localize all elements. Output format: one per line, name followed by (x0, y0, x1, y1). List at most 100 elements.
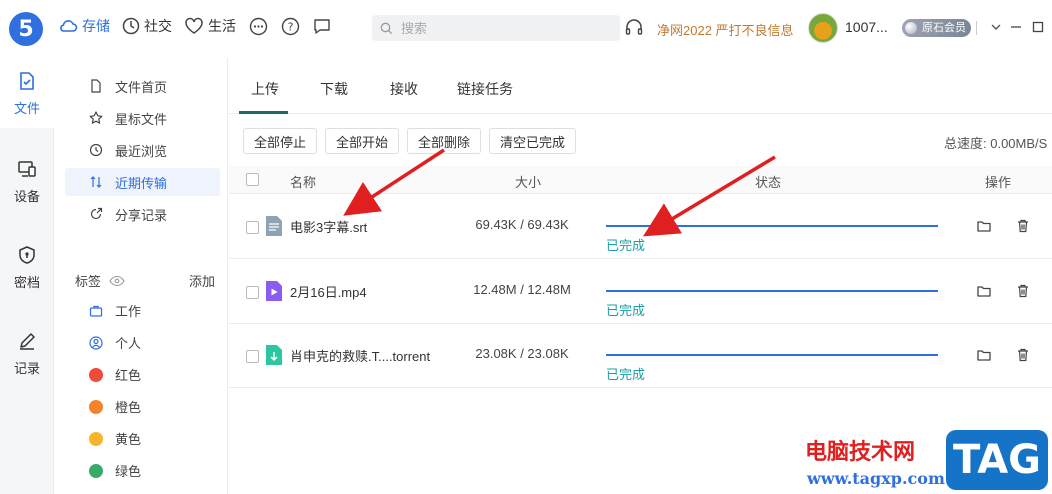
tag-label: 黄色 (115, 432, 142, 447)
notice-link[interactable]: 净网2022 严打不良信息 (657, 20, 794, 39)
table-row[interactable]: 2月16日.mp4 12.48M / 12.48M 已完成 (229, 260, 1052, 324)
search-input[interactable] (401, 20, 601, 36)
tab-receive[interactable]: 接收 (390, 79, 418, 99)
share-icon (90, 207, 103, 220)
open-folder-icon[interactable] (976, 347, 992, 363)
search-box[interactable] (372, 15, 620, 41)
headset-button[interactable] (624, 18, 644, 41)
table-header: 名称 大小 状态 操作 (229, 166, 1052, 194)
rail-label: 文件 (13, 100, 40, 116)
document-icon (91, 79, 101, 93)
video-file-icon (266, 281, 282, 301)
add-tag-button[interactable]: 添加 (189, 271, 215, 290)
sidebar-item-label: 文件首页 (115, 79, 168, 95)
tag-label: 绿色 (115, 464, 142, 479)
nav-storage[interactable]: 存储 (58, 16, 110, 36)
tag-work[interactable]: 工作 (89, 301, 141, 320)
left-rail: 文件 设备 密档 记录 (0, 58, 54, 494)
username[interactable]: 1007... (845, 19, 888, 35)
progress-bar (606, 290, 938, 292)
table-row[interactable]: 电影3字幕.srt 69.43K / 69.43K 已完成 (229, 195, 1052, 259)
nav-social-label: 社交 (144, 18, 172, 34)
avatar[interactable] (808, 13, 838, 43)
row-checkbox[interactable] (246, 350, 259, 363)
minimize-button[interactable] (1006, 17, 1026, 37)
tag-yellow[interactable]: 黄色 (89, 429, 141, 448)
file-sidebar: 文件首页 星标文件 最近浏览 近期传输 分享记录 标签 添加 工作 个人 红色 … (55, 58, 228, 494)
table-row[interactable]: 肖申克的救赎.T....torrent 23.08K / 23.08K 已完成 (229, 324, 1052, 388)
trash-icon[interactable] (1015, 218, 1031, 234)
status-text: 已完成 (606, 238, 646, 253)
chevron-down-icon (991, 24, 1001, 30)
chat-icon (314, 18, 330, 34)
sidebar-item-transfers[interactable]: 近期传输 (65, 168, 220, 196)
tag-label: 橙色 (115, 400, 142, 415)
sidebar-item-starred[interactable]: 星标文件 (65, 104, 220, 132)
nav-social[interactable]: 社交 (122, 16, 172, 36)
green-dot-icon (89, 463, 103, 478)
eye-icon[interactable] (109, 275, 125, 287)
sidebar-item-label: 分享记录 (115, 207, 168, 223)
dropdown-button[interactable] (986, 17, 1006, 37)
headset-icon (625, 19, 643, 35)
tags-header: 标签 添加 (75, 271, 215, 290)
file-size: 12.48M / 12.48M (473, 282, 571, 297)
help-button[interactable]: ? (280, 16, 300, 36)
clear-completed-button[interactable]: 清空已完成 (489, 128, 577, 154)
active-tab-indicator (239, 111, 288, 114)
transfer-panel: 上传 下载 接收 链接任务 全部停止 全部开始 全部删除 清空已完成 总速度: … (229, 58, 1052, 494)
rail-item-records[interactable]: 记录 (0, 318, 54, 388)
tag-red[interactable]: 红色 (89, 365, 141, 384)
svg-text:?: ? (287, 20, 293, 33)
sidebar-item-shares[interactable]: 分享记录 (65, 200, 220, 228)
start-all-button[interactable]: 全部开始 (325, 128, 400, 154)
row-checkbox[interactable] (246, 286, 259, 299)
nav-life[interactable]: 生活 (184, 16, 236, 36)
rail-item-devices[interactable]: 设备 (0, 146, 54, 216)
minimize-icon (1011, 26, 1021, 28)
column-status: 状态 (755, 175, 782, 190)
more-button[interactable] (248, 16, 268, 36)
message-button[interactable] (312, 16, 332, 36)
status-text: 已完成 (606, 303, 646, 318)
trash-icon[interactable] (1015, 283, 1031, 299)
open-folder-icon[interactable] (976, 283, 992, 299)
column-name: 名称 (290, 175, 317, 190)
red-dot-icon (89, 367, 103, 382)
select-all-checkbox[interactable] (246, 173, 259, 186)
progress-bar (606, 354, 938, 356)
rail-item-files[interactable]: 文件 (0, 58, 54, 128)
transfer-tabs: 上传 下载 接收 链接任务 (229, 58, 1052, 114)
tab-link-tasks[interactable]: 链接任务 (457, 79, 513, 99)
device-icon (18, 160, 36, 177)
briefcase-icon (89, 305, 103, 317)
cloud-icon (60, 20, 78, 32)
tag-personal[interactable]: 个人 (89, 333, 141, 352)
open-folder-icon[interactable] (976, 218, 992, 234)
sidebar-item-recent[interactable]: 最近浏览 (65, 136, 220, 164)
star-icon (89, 111, 103, 124)
maximize-button[interactable] (1028, 17, 1048, 37)
delete-all-button[interactable]: 全部删除 (407, 128, 482, 154)
tag-label: 个人 (115, 336, 142, 351)
divider (976, 21, 977, 35)
nav-storage-label: 存储 (82, 18, 110, 34)
row-checkbox[interactable] (246, 221, 259, 234)
tab-download[interactable]: 下载 (320, 79, 348, 99)
sidebar-item-home[interactable]: 文件首页 (65, 72, 220, 100)
member-badge[interactable]: 原石会员 (902, 19, 971, 37)
stop-all-button[interactable]: 全部停止 (243, 128, 318, 154)
trash-icon[interactable] (1015, 347, 1031, 363)
file-name: 2月16日.mp4 (290, 285, 367, 300)
app-logo[interactable]: 5 (9, 12, 43, 46)
maximize-icon (1032, 21, 1044, 33)
transfer-icon (90, 176, 102, 188)
tag-label: 工作 (115, 304, 142, 319)
sidebar-item-label: 近期传输 (115, 175, 168, 191)
tag-orange[interactable]: 橙色 (89, 397, 141, 416)
tag-green[interactable]: 绿色 (89, 461, 141, 480)
tab-upload[interactable]: 上传 (251, 79, 279, 99)
sidebar-item-label: 最近浏览 (115, 143, 168, 159)
rail-item-vault[interactable]: 密档 (0, 232, 54, 302)
file-icon (20, 71, 34, 90)
